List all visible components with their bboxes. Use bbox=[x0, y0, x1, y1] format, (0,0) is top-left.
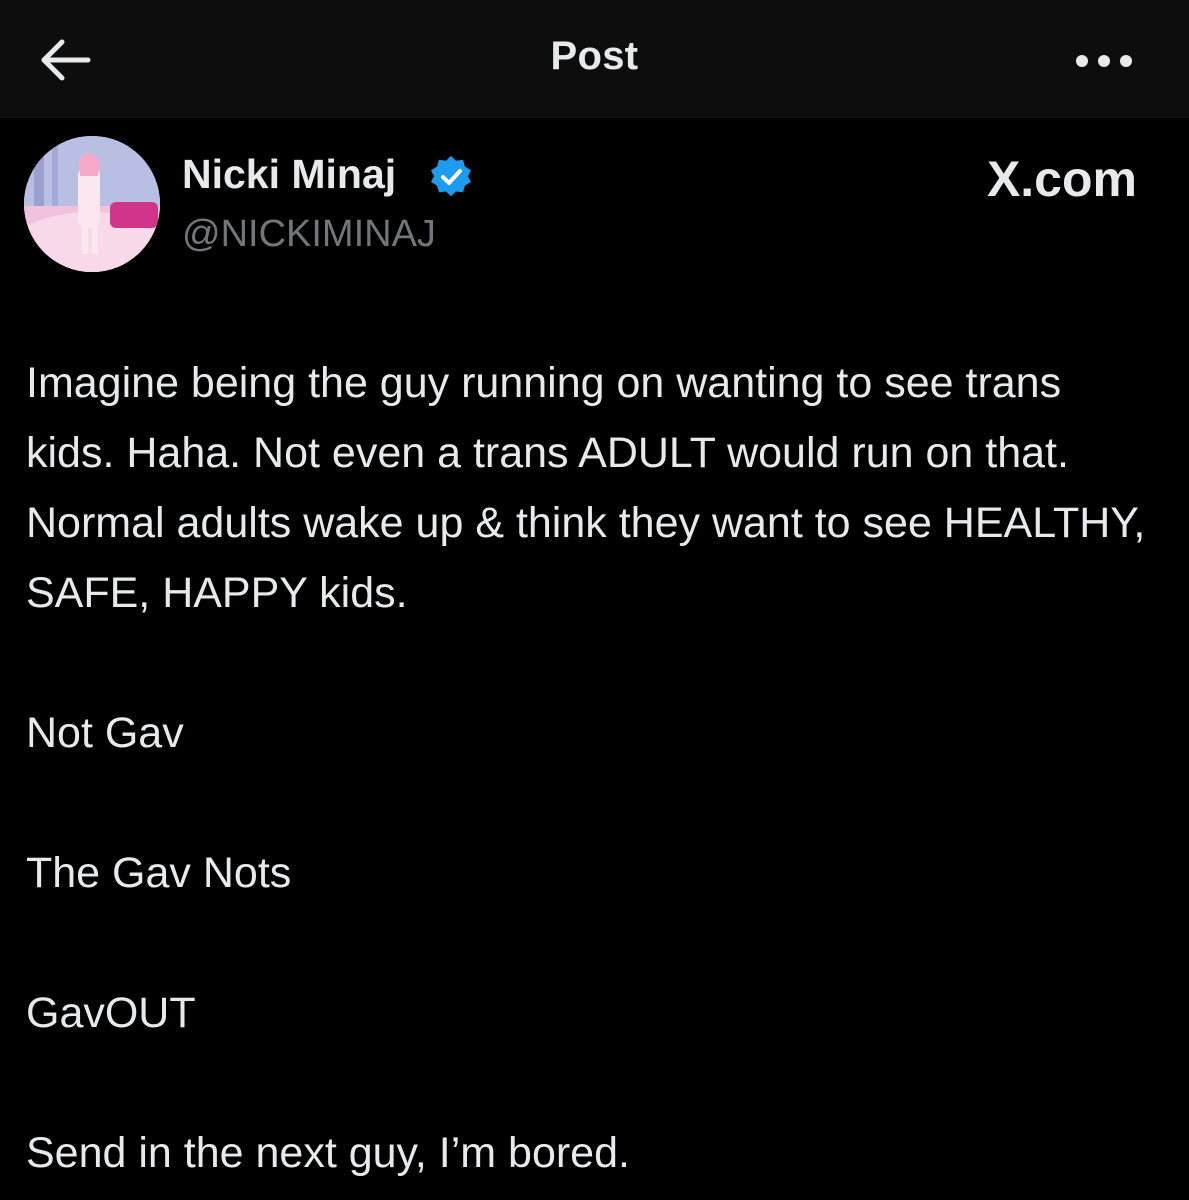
post-paragraph: Send in the next guy, I’m bored. bbox=[26, 1129, 630, 1177]
post-text: Imagine being the guy running on wanting… bbox=[26, 348, 1146, 1188]
profile-photo bbox=[24, 136, 160, 272]
verified-badge-icon bbox=[431, 155, 471, 197]
post-paragraph: The Gav Nots bbox=[26, 849, 292, 897]
page-title: Post bbox=[550, 34, 639, 78]
source-label: X.com bbox=[986, 151, 1137, 207]
top-bar: Post bbox=[0, 0, 1189, 118]
more-button[interactable] bbox=[1069, 44, 1139, 78]
avatar[interactable] bbox=[24, 136, 160, 272]
post-paragraph: GavOUT bbox=[26, 989, 196, 1037]
user-handle[interactable]: @NICKIMINAJ bbox=[182, 213, 436, 256]
display-name[interactable]: Nicki Minaj bbox=[182, 151, 396, 198]
post-paragraph: Not Gav bbox=[26, 709, 184, 757]
more-horizontal-icon bbox=[1076, 55, 1132, 67]
post-paragraph: Imagine being the guy running on wanting… bbox=[26, 359, 1158, 617]
